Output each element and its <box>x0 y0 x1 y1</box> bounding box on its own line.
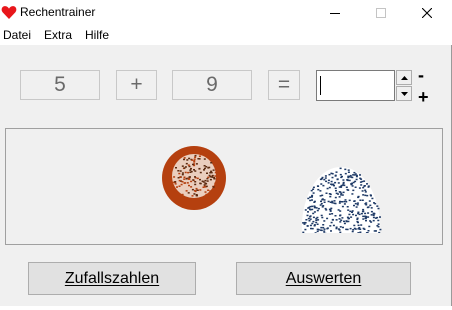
blue-firework-icon <box>301 167 382 233</box>
evaluate-button[interactable]: Auswerten <box>236 262 411 295</box>
title-bar[interactable]: Rechentrainer <box>0 0 452 26</box>
menu-hilfe[interactable]: Hilfe <box>85 29 109 42</box>
decrease-label[interactable]: - <box>418 66 424 84</box>
minimize-icon <box>330 13 340 14</box>
window-title: Rechentrainer <box>20 5 96 19</box>
answer-input[interactable] <box>316 70 395 101</box>
random-numbers-button[interactable]: Zufallszahlen <box>28 262 196 295</box>
equals-field: = <box>268 70 300 100</box>
maximize-icon <box>376 8 386 18</box>
menu-datei[interactable]: Datei <box>3 29 31 42</box>
text-caret <box>320 76 321 95</box>
feedback-panel <box>5 128 443 245</box>
triangle-down-icon <box>400 91 408 96</box>
close-button[interactable] <box>404 0 450 26</box>
app-window: Rechentrainer Datei Extra Hilfe 5 + 9 = … <box>0 0 452 310</box>
heart-icon <box>1 6 17 19</box>
triangle-up-icon <box>400 75 408 80</box>
operand2-field: 9 <box>172 70 252 100</box>
spin-up-button[interactable] <box>396 70 412 85</box>
random-button-label: Zufallszahlen <box>64 269 160 287</box>
increase-label[interactable]: + <box>418 88 429 106</box>
bottom-strip <box>0 306 452 310</box>
operator-field: + <box>116 70 157 100</box>
evaluate-button-label: Auswerten <box>285 269 362 287</box>
close-icon <box>422 8 432 18</box>
operand1-field: 5 <box>20 70 100 100</box>
menu-bar: Datei Extra Hilfe <box>0 26 452 45</box>
minimize-button[interactable] <box>312 0 358 26</box>
red-firework-icon <box>162 146 226 210</box>
menu-extra[interactable]: Extra <box>44 29 72 42</box>
spin-down-button[interactable] <box>396 86 412 101</box>
maximize-button[interactable] <box>358 0 404 26</box>
